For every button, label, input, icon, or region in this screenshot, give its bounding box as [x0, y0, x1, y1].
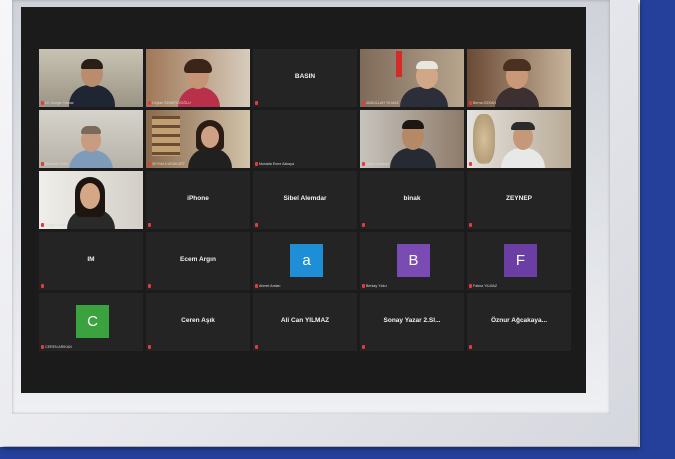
microphone-muted-icon: [41, 345, 44, 349]
participant-name-label: Fatma YILMAZ: [469, 284, 497, 288]
participant-name: IM: [87, 256, 95, 263]
microphone-muted-icon: [148, 284, 151, 288]
microphone-status: [255, 223, 259, 227]
video-conference-screen: Dr. Cengiz Yılmaz Ceylan SEMERCİOĞLU BAS…: [21, 7, 586, 393]
microphone-muted-icon: [41, 223, 44, 227]
participant-name-label: Berkay Yıldız: [362, 284, 387, 288]
microphone-muted-icon: [255, 284, 258, 288]
participant-tile-video[interactable]: Kübra YILDIZ: [467, 110, 571, 168]
microphone-status: [148, 284, 152, 288]
background-blue-bottom: [0, 447, 675, 459]
participant-name: Ali Can YILMAZ: [280, 317, 330, 324]
microphone-status: [255, 101, 259, 105]
participant-name: Sibel Alemdar: [283, 195, 327, 202]
participant-name-label: CEREN ARIKAN: [41, 345, 72, 349]
participant-name-label: Duygu Yıldız: [41, 223, 65, 227]
participant-tile-video[interactable]: Mehmet Yıldız: [39, 110, 143, 168]
participant-name: binak: [403, 195, 421, 202]
participant-tile-avatar[interactable]: F Fatma YILMAZ: [467, 232, 571, 290]
microphone-muted-icon: [469, 223, 472, 227]
participant-tile-video[interactable]: Dr. Cengiz Yılmaz: [39, 49, 143, 107]
microphone-muted-icon: [148, 101, 151, 105]
microphone-muted-icon: [469, 345, 472, 349]
microphone-muted-icon: [41, 101, 44, 105]
microphone-muted-icon: [255, 223, 258, 227]
microphone-muted-icon: [362, 284, 365, 288]
participant-tile-name[interactable]: ZEYNEP: [467, 171, 571, 229]
avatar: F: [504, 244, 537, 277]
participant-name-label: ŞEYMA KARAKURT: [148, 162, 185, 166]
participant-name: BASIN: [294, 73, 316, 80]
participant-name-label: Ozan Karahan: [362, 162, 389, 166]
avatar: B: [397, 244, 430, 277]
participant-tile-video[interactable]: Ozan Karahan: [360, 110, 464, 168]
participant-tile-avatar[interactable]: B Berkay Yıldız: [360, 232, 464, 290]
participant-name: ZEYNEP: [505, 195, 532, 202]
microphone-muted-icon: [469, 162, 472, 166]
microphone-status: [148, 223, 152, 227]
participant-name: Sonay Yazar 2.Sl...: [383, 317, 441, 324]
participant-name: Ceren Aşık: [181, 317, 215, 324]
microphone-muted-icon: [362, 223, 365, 227]
microphone-status: [362, 345, 366, 349]
microphone-status: [148, 345, 152, 349]
microphone-muted-icon: [255, 162, 258, 166]
participant-tile-name[interactable]: binak: [360, 171, 464, 229]
avatar: C: [76, 305, 109, 338]
participant-tile-name[interactable]: iPhone: [146, 171, 250, 229]
participant-tile-name[interactable]: Sonay Yazar 2.Sl...: [360, 293, 464, 351]
participant-tile-name[interactable]: Sibel Alemdar: [253, 171, 357, 229]
microphone-muted-icon: [255, 101, 258, 105]
microphone-muted-icon: [148, 162, 151, 166]
participant-name-label: Berna ÖZKAN: [469, 101, 496, 105]
microphone-status: [469, 345, 473, 349]
participant-name-label: ABDULLAH YILMAZ: [362, 101, 399, 105]
participant-name: iPhone: [187, 195, 209, 202]
microphone-muted-icon: [255, 345, 258, 349]
participant-tile-video[interactable]: Duygu Yıldız: [39, 171, 143, 229]
participant-tile-name[interactable]: Mustafa Emre Akkaya: [253, 110, 357, 168]
participant-tile-avatar[interactable]: C CEREN ARIKAN: [39, 293, 143, 351]
microphone-status: [41, 284, 45, 288]
microphone-muted-icon: [362, 345, 365, 349]
participant-tile-name[interactable]: IM: [39, 232, 143, 290]
microphone-muted-icon: [41, 284, 44, 288]
microphone-muted-icon: [469, 284, 472, 288]
participant-name-label: Dr. Cengiz Yılmaz: [41, 101, 74, 105]
microphone-muted-icon: [41, 162, 44, 166]
avatar: a: [290, 244, 323, 277]
participant-tile-video[interactable]: Berna ÖZKAN: [467, 49, 571, 107]
microphone-status: [362, 223, 366, 227]
participant-tile-name[interactable]: Ali Can YILMAZ: [253, 293, 357, 351]
participant-tile-video[interactable]: Ceylan SEMERCİOĞLU: [146, 49, 250, 107]
microphone-status: [469, 223, 473, 227]
participant-name-label: Ceylan SEMERCİOĞLU: [148, 101, 191, 105]
participant-tile-video[interactable]: ABDULLAH YILMAZ: [360, 49, 464, 107]
microphone-muted-icon: [469, 101, 472, 105]
microphone-muted-icon: [148, 345, 151, 349]
microphone-muted-icon: [148, 223, 151, 227]
participant-tile-name[interactable]: Ecem Argın: [146, 232, 250, 290]
participant-name-label: Mehmet Yıldız: [41, 162, 68, 166]
microphone-muted-icon: [362, 162, 365, 166]
microphone-muted-icon: [362, 101, 365, 105]
participant-name: Ecem Argın: [180, 256, 216, 263]
participant-tile-name[interactable]: Öznur Ağcakaya...: [467, 293, 571, 351]
participant-name-label: Ahmet Arslan: [255, 284, 280, 288]
microphone-status: [255, 345, 259, 349]
participant-tile-name[interactable]: BASIN: [253, 49, 357, 107]
participant-name-label: Mustafa Emre Akkaya: [255, 162, 294, 166]
participant-name: Öznur Ağcakaya...: [490, 317, 548, 324]
participant-tile-active-speaker[interactable]: ŞEYMA KARAKURT: [146, 110, 250, 168]
participant-name-label: Kübra YILDIZ: [469, 162, 495, 166]
participant-tile-name[interactable]: Ceren Aşık: [146, 293, 250, 351]
background-blue-right: [640, 0, 675, 459]
participant-tile-avatar[interactable]: a Ahmet Arslan: [253, 232, 357, 290]
